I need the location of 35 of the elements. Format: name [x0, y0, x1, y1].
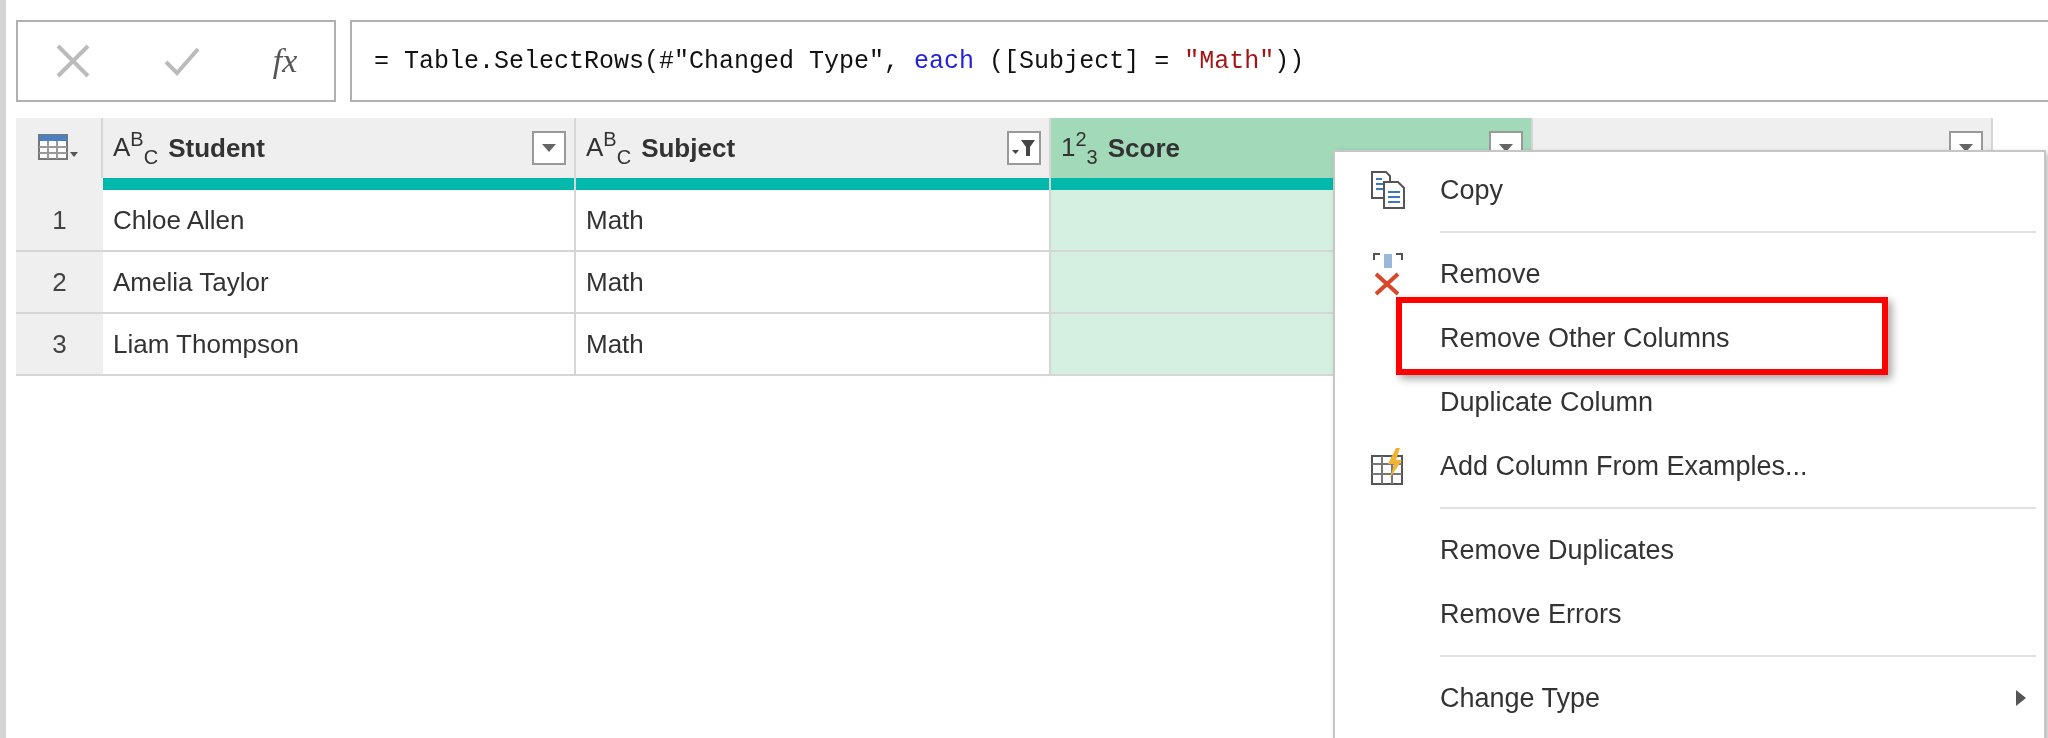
- column-header[interactable]: A$^{B}$$_{C}$ Subject: [576, 118, 1051, 178]
- remove-column-icon: [1370, 252, 1405, 296]
- row-number: 2: [16, 252, 103, 314]
- column-name: Score: [1107, 132, 1181, 164]
- caret-icon: [542, 144, 556, 152]
- menu-item[interactable]: Remove: [1335, 242, 2044, 306]
- table-cell: Math: [576, 190, 1051, 252]
- row-number: 1: [16, 190, 103, 252]
- caret-icon: [1959, 144, 1973, 152]
- row-number: 3: [16, 314, 103, 376]
- menu-item[interactable]: Add Column From Examples...: [1335, 434, 2044, 498]
- menu-item[interactable]: Remove Errors: [1335, 582, 2044, 646]
- table-cell: Liam Thompson: [103, 314, 576, 376]
- table-cell: Amelia Taylor: [103, 252, 576, 314]
- column-name: Student: [168, 132, 266, 164]
- formula-text: = Table.SelectRows(#"Changed Type", each ([Subject] = "Math")): [374, 46, 1305, 76]
- table-lightning-icon: [1369, 446, 1406, 486]
- filter-icon: [1011, 138, 1037, 158]
- check-icon[interactable]: [163, 46, 200, 76]
- menu-item[interactable]: Remove Duplicates: [1335, 518, 2044, 582]
- table-cell: Math: [576, 252, 1051, 314]
- menu-item[interactable]: Change Type: [1335, 666, 2044, 730]
- column-name: Subject: [641, 132, 737, 164]
- table-cell: Chloe Allen: [103, 190, 576, 252]
- dropdown-button[interactable]: [532, 131, 566, 165]
- formula-field[interactable]: = Table.SelectRows(#"Changed Type", each ([Subject] = "Math")): [350, 20, 2048, 102]
- column-header[interactable]: A$^{B}$$_{C}$ Student: [103, 118, 576, 178]
- table-menu-icon[interactable]: [37, 134, 80, 162]
- function-label[interactable]: fx: [272, 42, 298, 80]
- caret-icon: [1499, 144, 1513, 152]
- menu-item[interactable]: Duplicate Column: [1335, 370, 2044, 434]
- table-cell: Math: [576, 314, 1051, 376]
- menu-item[interactable]: Remove Other Columns: [1335, 306, 2044, 370]
- copy-icon: [1369, 170, 1406, 210]
- filter-button[interactable]: [1007, 131, 1041, 165]
